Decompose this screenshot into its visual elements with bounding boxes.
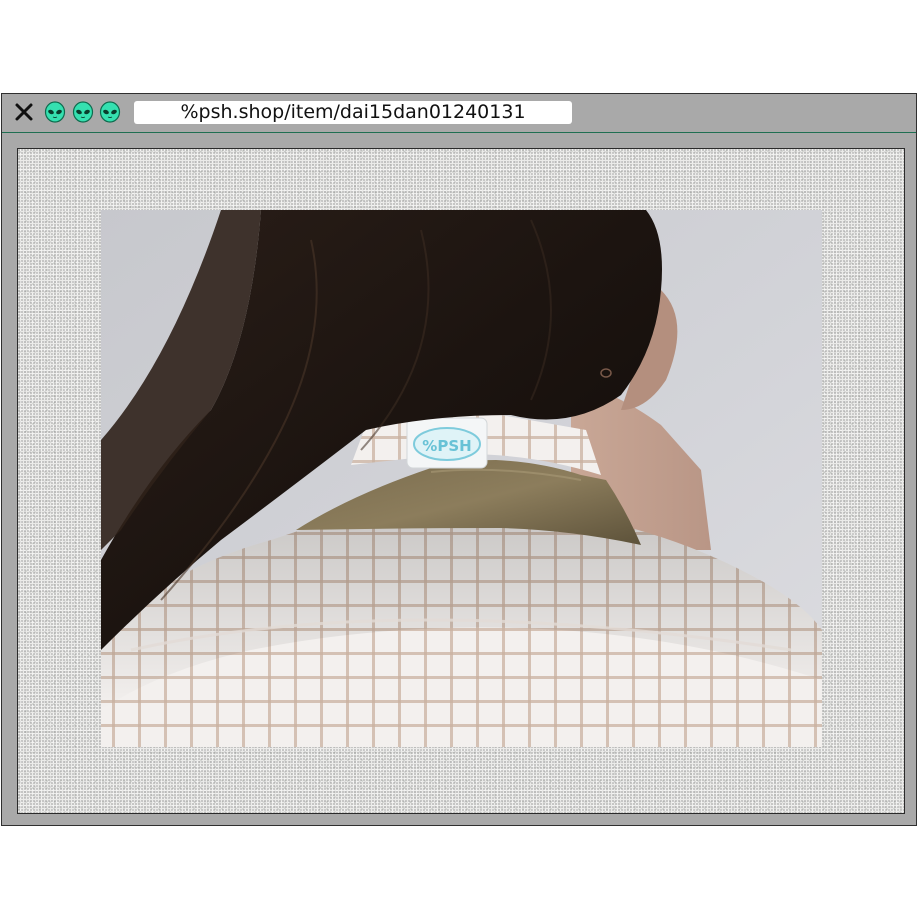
label-logo-text: %PSH — [422, 437, 471, 455]
product-photo: %PSH — [101, 210, 822, 747]
alien-icon[interactable] — [99, 101, 121, 123]
page-viewport: %PSH — [17, 148, 905, 814]
alien-icon[interactable] — [44, 101, 66, 123]
close-icon[interactable] — [12, 100, 36, 124]
browser-window: %psh.shop/item/dai15dan01240131 %PSH — [1, 93, 917, 826]
title-bar: %psh.shop/item/dai15dan01240131 — [2, 94, 916, 133]
url-bar[interactable]: %psh.shop/item/dai15dan01240131 — [134, 101, 572, 124]
alien-icon[interactable] — [72, 101, 94, 123]
